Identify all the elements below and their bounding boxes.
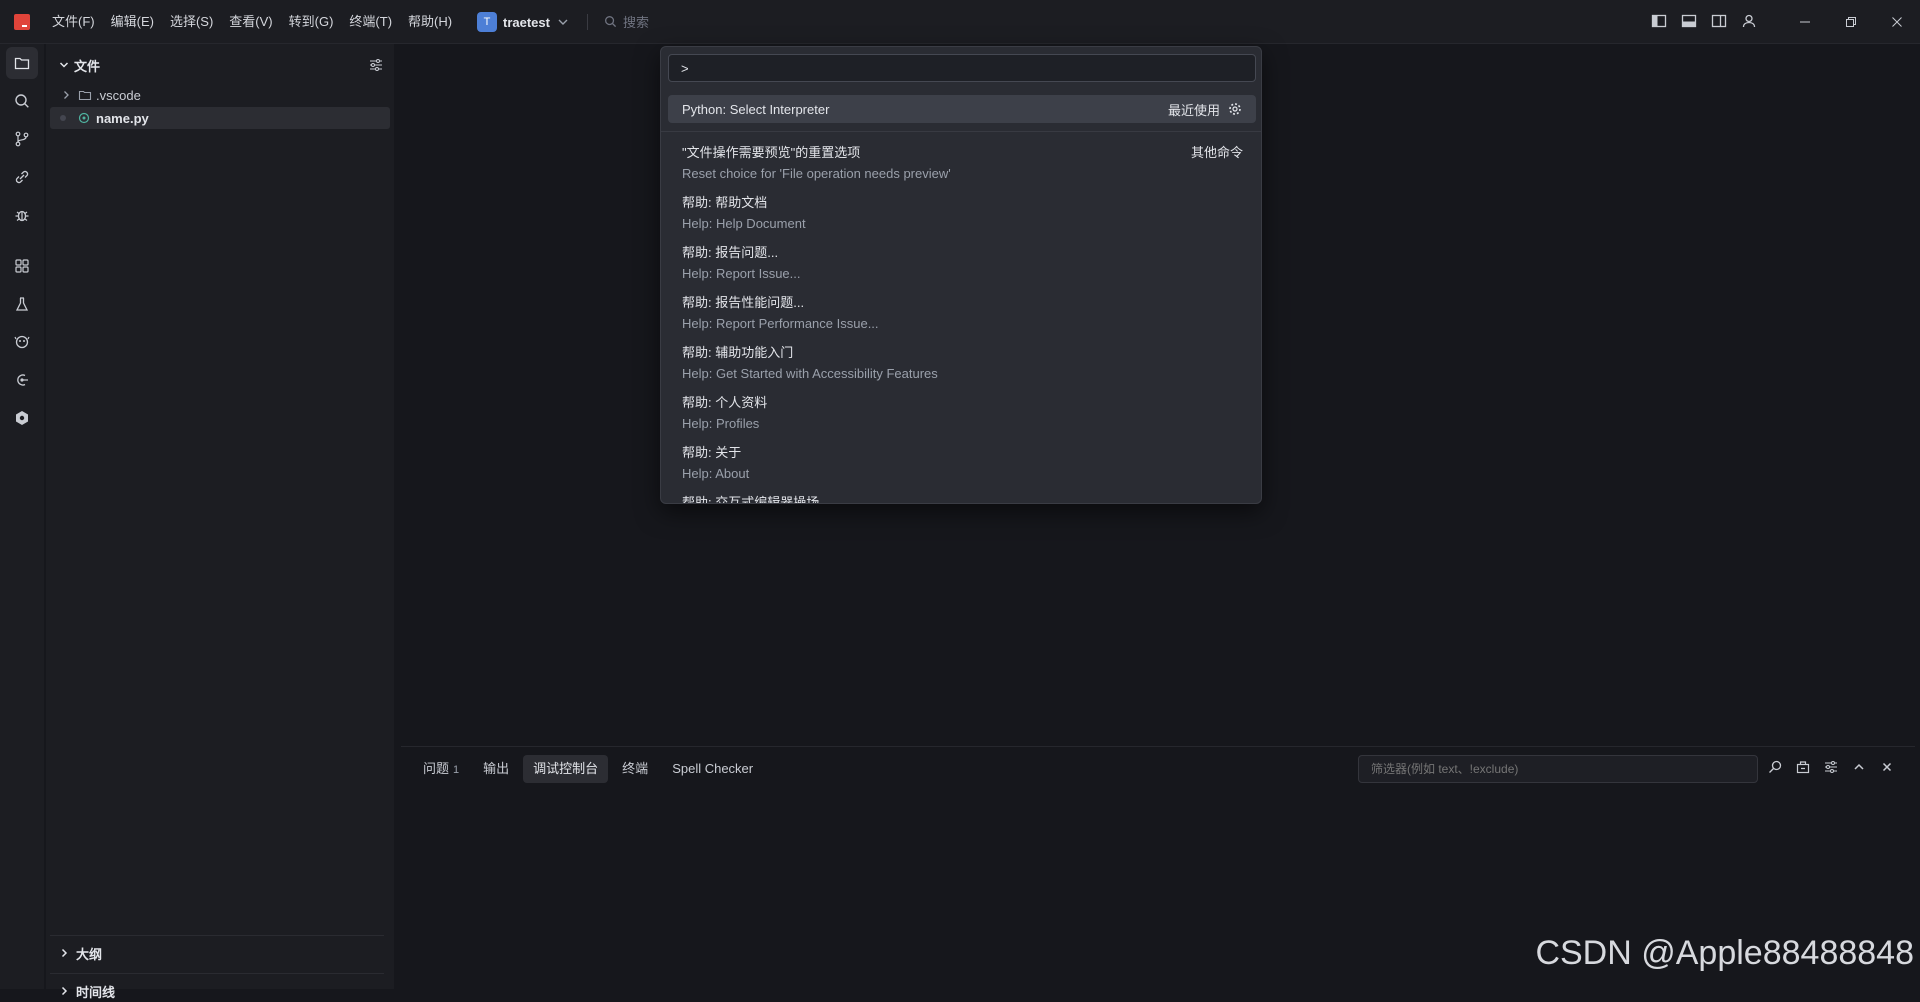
chevron-down-icon: [58, 59, 70, 71]
panel-actions: [1767, 759, 1895, 775]
section-divider: [50, 973, 384, 974]
chevron-right-icon: [58, 985, 70, 997]
tab-spell-checker[interactable]: Spell Checker: [662, 755, 763, 783]
git-graph-icon[interactable]: [6, 364, 38, 396]
account-icon[interactable]: [1740, 12, 1758, 30]
recently-used-tag: 最近使用: [1167, 102, 1220, 118]
command-meta: 最近使用: [1168, 100, 1242, 119]
command-item-label[interactable]: 帮助: 个人资料: [682, 392, 767, 411]
timeline-section[interactable]: 时间线: [58, 980, 115, 1002]
app-logo-icon: [14, 14, 30, 30]
command-item-sublabel: Help: Report Issue...: [682, 266, 801, 281]
title-bar: 文件(F) 编辑(E) 选择(S) 查看(V) 转到(G) 终端(T) 帮助(H…: [0, 0, 1920, 44]
title-divider: [587, 14, 588, 30]
project-switcher[interactable]: T traetest: [477, 12, 570, 32]
find-icon[interactable]: [1767, 759, 1783, 775]
command-item-label[interactable]: 帮助: 帮助文档: [682, 192, 767, 211]
menu-view[interactable]: 查看(V): [221, 9, 280, 35]
source-control-icon[interactable]: [6, 123, 38, 155]
close-icon[interactable]: [1874, 0, 1920, 44]
remote-link-icon[interactable]: [6, 161, 38, 193]
top-search-placeholder: 搜索: [623, 15, 650, 30]
panel-tabs: 问题 1 输出 调试控制台 终端 Spell Checker: [413, 755, 763, 783]
tree-item-label: name.py: [96, 110, 149, 126]
settings-hex-icon[interactable]: [6, 402, 38, 434]
folder-icon: [78, 88, 92, 102]
ai-assistant-icon[interactable]: [6, 326, 38, 358]
command-label: Python: Select Interpreter: [682, 101, 830, 117]
extensions-icon[interactable]: [6, 250, 38, 282]
command-item-label[interactable]: 帮助: 辅助功能入门: [682, 342, 793, 361]
project-name: traetest: [503, 14, 550, 30]
explorer-header[interactable]: 文件: [58, 54, 384, 76]
watermark: CSDN @Apple88488848: [1535, 934, 1914, 972]
tab-label: 问题: [423, 761, 450, 776]
menu-go[interactable]: 转到(G): [281, 9, 342, 35]
modified-dot: [60, 115, 66, 121]
explorer-sidebar: 文件 .vscode name.py 大纲 时间线: [46, 44, 394, 1000]
command-item-label[interactable]: "文件操作需要预览"的重置选项: [682, 142, 860, 161]
menu-help[interactable]: 帮助(H): [400, 9, 460, 35]
command-item-label[interactable]: 帮助: 交互式编辑器操场: [682, 492, 819, 503]
project-avatar: T: [477, 12, 497, 32]
palette-divider: [661, 131, 1261, 132]
sliders-icon[interactable]: [1823, 759, 1839, 775]
gear-icon[interactable]: [1228, 102, 1242, 116]
command-item-label[interactable]: 帮助: 报告问题...: [682, 242, 778, 261]
command-item-label[interactable]: 帮助: 关于: [682, 442, 741, 461]
outline-section[interactable]: 大纲: [58, 942, 102, 964]
activity-bar: [0, 44, 44, 989]
chevron-up-icon[interactable]: [1851, 759, 1867, 775]
tree-item-vscode-folder[interactable]: .vscode: [50, 84, 390, 106]
menu-file[interactable]: 文件(F): [44, 9, 103, 35]
command-palette-input[interactable]: [668, 54, 1256, 82]
command-item-sublabel: Help: Profiles: [682, 416, 760, 431]
search-icon: [604, 15, 617, 28]
toggle-secondary-sidebar-icon[interactable]: [1710, 12, 1728, 30]
minimize-icon[interactable]: [1782, 0, 1828, 44]
command-item-sublabel: Help: Report Performance Issue...: [682, 316, 879, 331]
section-divider: [50, 935, 384, 936]
layout-controls: [1650, 12, 1758, 30]
python-file-icon: [78, 112, 90, 124]
toggle-sidebar-icon[interactable]: [1650, 12, 1668, 30]
tree-item-label: .vscode: [96, 87, 141, 103]
menu-selection[interactable]: 选择(S): [162, 9, 221, 35]
menu-edit[interactable]: 编辑(E): [103, 9, 162, 35]
chevron-right-icon: [60, 89, 72, 101]
testing-flask-icon[interactable]: [6, 288, 38, 320]
close-icon[interactable]: [1879, 759, 1895, 775]
problems-count-badge: 1: [453, 764, 460, 776]
outline-title: 大纲: [76, 946, 103, 962]
top-search[interactable]: 搜索: [604, 12, 649, 31]
window-controls: [1782, 0, 1920, 44]
menu-bar: 文件(F) 编辑(E) 选择(S) 查看(V) 转到(G) 终端(T) 帮助(H…: [44, 0, 460, 44]
command-item-sublabel: Reset choice for 'File operation needs p…: [682, 166, 951, 181]
palette-group-label: 其他命令: [1190, 145, 1243, 160]
tab-terminal[interactable]: 终端: [612, 755, 658, 783]
menu-terminal[interactable]: 终端(T): [341, 9, 400, 35]
debug-icon[interactable]: [6, 199, 38, 231]
restore-icon[interactable]: [1828, 0, 1874, 44]
sliders-icon[interactable]: [368, 57, 384, 73]
chevron-right-icon: [58, 947, 70, 959]
explorer-icon[interactable]: [6, 47, 38, 79]
command-item-sublabel: Help: Get Started with Accessibility Fea…: [682, 366, 938, 381]
command-item-sublabel: Help: About: [682, 466, 750, 481]
command-palette: Python: Select Interpreter 最近使用 其他命令 "文件…: [660, 46, 1262, 504]
command-item-python-select-interpreter[interactable]: Python: Select Interpreter 最近使用: [668, 95, 1256, 123]
tab-output[interactable]: 输出: [473, 755, 519, 783]
timeline-title: 时间线: [76, 984, 116, 1000]
chevron-down-icon: [556, 15, 570, 29]
command-item-sublabel: Help: Help Document: [682, 216, 806, 231]
tab-problems[interactable]: 问题 1: [413, 755, 469, 783]
explorer-title: 文件: [74, 58, 101, 74]
tree-item-name-py[interactable]: name.py: [50, 107, 390, 129]
tab-debug-console[interactable]: 调试控制台: [523, 755, 609, 783]
panel-filter-input[interactable]: [1358, 755, 1758, 783]
clear-console-icon[interactable]: [1795, 759, 1811, 775]
command-item-label[interactable]: 帮助: 报告性能问题...: [682, 292, 804, 311]
toggle-panel-icon[interactable]: [1680, 12, 1698, 30]
search-icon[interactable]: [6, 85, 38, 117]
